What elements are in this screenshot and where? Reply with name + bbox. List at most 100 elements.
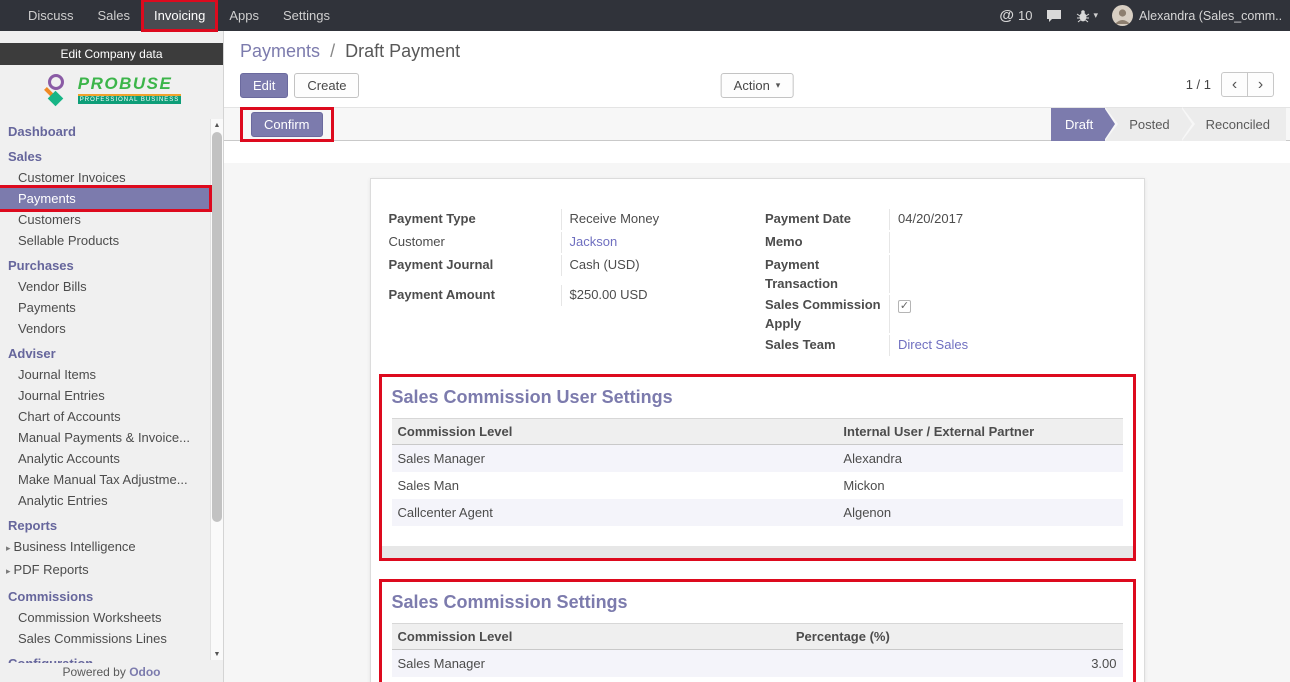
memo-value — [889, 232, 1126, 253]
field-label: Memo — [765, 232, 889, 253]
sidebar-item-analytic-accounts[interactable]: Analytic Accounts — [0, 448, 209, 469]
nav-item-discuss[interactable]: Discuss — [16, 0, 86, 31]
status-draft[interactable]: Draft — [1051, 108, 1105, 141]
field-label: Sales Team — [765, 335, 889, 356]
sidebar-heading-adviser[interactable]: Adviser — [0, 343, 209, 364]
field-payment-journal: Payment Journal Cash (USD) — [389, 255, 750, 276]
field-customer: Customer Jackson — [389, 232, 750, 253]
bug-icon — [1076, 9, 1090, 23]
cell-level[interactable]: Sales Man — [392, 472, 838, 499]
breadcrumb-current: Draft Payment — [345, 41, 460, 61]
table-row[interactable]: Sales Man Mickon — [392, 472, 1123, 499]
sidebar-item-label: Business Intelligence — [14, 539, 136, 554]
field-label: Payment Transaction — [765, 255, 889, 293]
payment-transaction-value — [889, 255, 1126, 293]
cell-level[interactable]: Callcenter Agent — [392, 499, 838, 526]
sidebar-scrollbar[interactable]: ▲ ▼ — [210, 119, 223, 660]
field-label: Payment Type — [389, 209, 561, 230]
action-dropdown[interactable]: Action ▾ — [721, 73, 794, 98]
sales-team-link[interactable]: Direct Sales — [898, 337, 968, 352]
commission-settings-title: Sales Commission Settings — [392, 592, 1123, 613]
sidebar-heading-commissions[interactable]: Commissions — [0, 586, 209, 607]
user-menu[interactable]: Alexandra (Sales_comm.. — [1112, 5, 1282, 26]
sidebar-item-business-intelligence[interactable]: ▸Business Intelligence — [0, 536, 209, 559]
debug-menu[interactable]: ▾ — [1076, 9, 1098, 23]
cell-level[interactable]: Sales Man — [392, 677, 790, 682]
probuse-logo-icon — [42, 72, 72, 106]
commission-settings-table: Commission Level Percentage (%) Sales Ma… — [392, 623, 1123, 682]
edit-company-data-button[interactable]: Edit Company data — [0, 43, 223, 65]
top-navbar: Discuss Sales Invoicing Apps Settings @ … — [0, 0, 1290, 31]
table-row[interactable]: Sales Manager 3.00 — [392, 650, 1123, 678]
sidebar-item-label: PDF Reports — [14, 562, 89, 577]
sidebar-item-make-manual-tax-adjustment[interactable]: Make Manual Tax Adjustme... — [0, 469, 209, 490]
powered-by-text: Powered by — [62, 665, 125, 679]
sidebar-heading-reports[interactable]: Reports — [0, 515, 209, 536]
pager-previous-button[interactable]: ‹ — [1221, 72, 1248, 97]
payment-journal-value: Cash (USD) — [561, 255, 750, 276]
sidebar-item-purchase-payments[interactable]: Payments — [0, 297, 209, 318]
user-settings-table: Commission Level Internal User / Externa… — [392, 418, 1123, 526]
scrollbar-thumb[interactable] — [212, 132, 222, 522]
nav-item-settings[interactable]: Settings — [271, 0, 342, 31]
sidebar-heading-purchases[interactable]: Purchases — [0, 255, 209, 276]
cell-user[interactable]: Algenon — [837, 499, 1122, 526]
sidebar-item-sellable-products[interactable]: Sellable Products — [0, 230, 209, 251]
sidebar-item-chart-of-accounts[interactable]: Chart of Accounts — [0, 406, 209, 427]
messaging-menu[interactable]: @ 10 — [999, 7, 1032, 24]
logo-title: PROBUSE — [78, 75, 181, 92]
field-payment-type: Payment Type Receive Money — [389, 209, 750, 230]
odoo-app: Discuss Sales Invoicing Apps Settings @ … — [0, 0, 1290, 682]
cell-user[interactable]: Alexandra — [837, 445, 1122, 473]
avatar — [1112, 5, 1133, 26]
nav-item-invoicing[interactable]: Invoicing — [142, 0, 217, 31]
status-reconciled[interactable]: Reconciled — [1182, 108, 1286, 141]
customer-link[interactable]: Jackson — [570, 234, 618, 249]
sidebar-item-journal-items[interactable]: Journal Items — [0, 364, 209, 385]
confirm-button[interactable]: Confirm — [251, 112, 323, 137]
sales-commission-settings-section: Sales Commission Settings Commission Lev… — [379, 579, 1136, 682]
sidebar-item-journal-entries[interactable]: Journal Entries — [0, 385, 209, 406]
cell-user[interactable]: Mickon — [837, 472, 1122, 499]
create-button[interactable]: Create — [294, 73, 359, 98]
table-row[interactable]: Sales Manager Alexandra — [392, 445, 1123, 473]
field-grid: Payment Type Receive Money Customer Jack… — [389, 209, 1126, 358]
sidebar-item-vendor-bills[interactable]: Vendor Bills — [0, 276, 209, 297]
pager-next-button[interactable]: › — [1247, 72, 1274, 97]
sidebar-item-customers[interactable]: Customers — [0, 209, 209, 230]
cell-level[interactable]: Sales Manager — [392, 650, 790, 678]
sidebar-heading-sales[interactable]: Sales — [0, 146, 209, 167]
sidebar-item-sales-commissions-lines[interactable]: Sales Commissions Lines — [0, 628, 209, 649]
checkbox-check-icon: ✓ — [900, 301, 909, 312]
action-label: Action — [734, 78, 770, 93]
chat-button[interactable] — [1046, 9, 1062, 23]
column-commission-level: Commission Level — [392, 419, 838, 445]
cell-percentage[interactable]: 10.00 — [790, 677, 1123, 682]
cell-level[interactable]: Sales Manager — [392, 445, 838, 473]
sidebar-item-customer-invoices[interactable]: Customer Invoices — [0, 167, 209, 188]
table-header-row: Commission Level Internal User / Externa… — [392, 419, 1123, 445]
sidebar-item-vendors[interactable]: Vendors — [0, 318, 209, 339]
table-row[interactable]: Callcenter Agent Algenon — [392, 499, 1123, 526]
confirm-annotation-box: Confirm — [240, 107, 334, 142]
field-payment-transaction: Payment Transaction — [765, 255, 1126, 293]
sidebar-item-pdf-reports[interactable]: ▸PDF Reports — [0, 559, 209, 582]
breadcrumb-payments-link[interactable]: Payments — [240, 41, 320, 61]
edit-button[interactable]: Edit — [240, 73, 288, 98]
table-row[interactable]: Sales Man 10.00 — [392, 677, 1123, 682]
scroll-down-icon[interactable]: ▼ — [211, 648, 223, 660]
sidebar-item-commission-worksheets[interactable]: Commission Worksheets — [0, 607, 209, 628]
sidebar-item-dashboard[interactable]: Dashboard — [0, 121, 209, 142]
nav-item-sales[interactable]: Sales — [86, 0, 143, 31]
powered-by: Powered by Odoo — [0, 663, 223, 682]
sidebar-item-payments[interactable]: Payments — [0, 188, 209, 209]
scroll-up-icon[interactable]: ▲ — [211, 119, 223, 131]
sidebar-item-manual-payments-invoice[interactable]: Manual Payments & Invoice... — [0, 427, 209, 448]
nav-item-apps[interactable]: Apps — [217, 0, 271, 31]
breadcrumb-separator: / — [330, 41, 335, 61]
cell-percentage[interactable]: 3.00 — [790, 650, 1123, 678]
sidebar-item-analytic-entries[interactable]: Analytic Entries — [0, 490, 209, 511]
odoo-link[interactable]: Odoo — [129, 665, 160, 679]
navbar-systray: @ 10 ▾ — [999, 0, 1290, 31]
sales-commission-apply-checkbox[interactable]: ✓ — [898, 300, 911, 313]
